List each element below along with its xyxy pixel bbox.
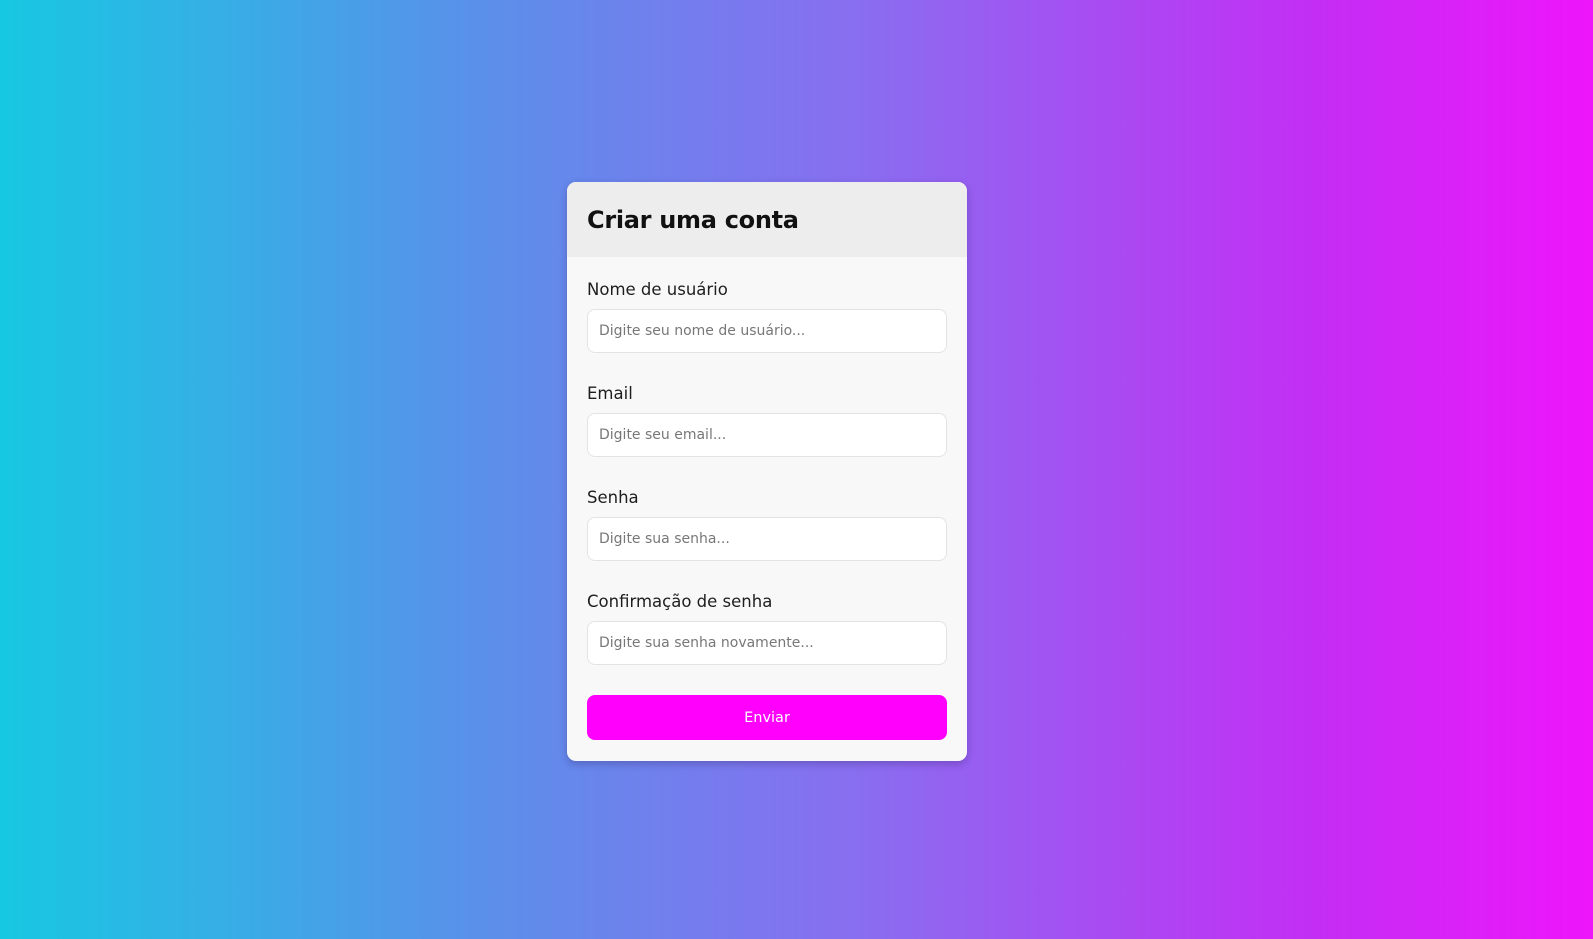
password-confirm-field-group: Confirmação de senha — [587, 591, 947, 665]
signup-form: Nome de usuário Email Senha Confirmação … — [567, 257, 967, 740]
username-field-group: Nome de usuário — [587, 279, 947, 353]
email-label: Email — [587, 384, 633, 403]
password-confirm-label: Confirmação de senha — [587, 592, 773, 611]
password-input[interactable] — [587, 517, 947, 561]
page-title: Criar uma conta — [587, 205, 799, 234]
card-header: Criar uma conta — [567, 182, 967, 257]
signup-card: Criar uma conta Nome de usuário Email Se… — [567, 182, 967, 761]
email-field-group: Email — [587, 383, 947, 457]
password-confirm-input[interactable] — [587, 621, 947, 665]
username-label: Nome de usuário — [587, 280, 728, 299]
username-input[interactable] — [587, 309, 947, 353]
password-label: Senha — [587, 488, 639, 507]
submit-button[interactable]: Enviar — [587, 695, 947, 740]
email-input[interactable] — [587, 413, 947, 457]
password-field-group: Senha — [587, 487, 947, 561]
